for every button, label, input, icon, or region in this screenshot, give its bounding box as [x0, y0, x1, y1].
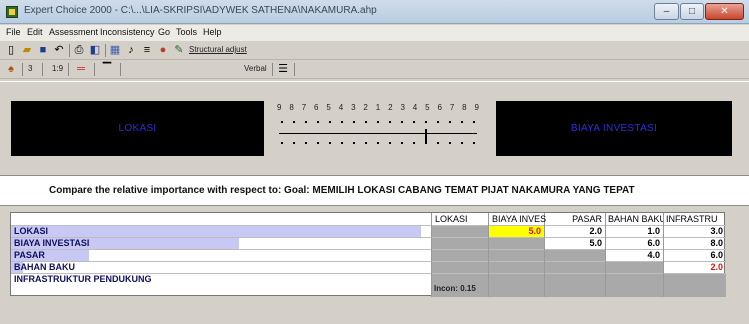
scale-dots-bottom	[281, 142, 475, 144]
open-icon[interactable]: ▰	[20, 44, 34, 57]
left-element-box: LOKASI	[11, 101, 264, 156]
assessment-toolbar: ♠ 3 1:9 ═ ▔ Verbal ☰	[0, 61, 749, 79]
row-label-pasar[interactable]: PASAR	[14, 249, 414, 261]
matrix-cell[interactable]: 3.0	[663, 225, 723, 237]
color-icon[interactable]: ●	[156, 44, 170, 57]
scale-tick: 8	[289, 103, 294, 112]
close-button[interactable]: ✕	[705, 3, 744, 20]
column-header-infrastruktur[interactable]: INFRASTRU	[666, 213, 725, 225]
matrix-gray-col2	[488, 237, 544, 297]
undo-icon[interactable]: ↶	[52, 44, 66, 57]
expert-choice-app-icon	[6, 6, 18, 18]
right-element-box: BIAYA INVESTASI	[496, 101, 732, 156]
minimize-button[interactable]: –	[654, 3, 679, 20]
column-header-pasar[interactable]: PASAR	[548, 213, 604, 225]
grid-line	[431, 213, 432, 297]
slider-thumb[interactable]	[425, 129, 427, 143]
verbal-mode-label[interactable]: Verbal	[244, 64, 267, 73]
verbal-icon[interactable]: ♪	[124, 44, 138, 57]
scale-tick: 3	[351, 103, 356, 112]
scale-tick: 3	[400, 103, 405, 112]
new-icon[interactable]: ▯	[4, 44, 18, 57]
comparison-prompt: Compare the relative importance with res…	[0, 175, 749, 206]
row-label-lokasi[interactable]: LOKASI	[14, 225, 414, 237]
pairwise-icon[interactable]: ▦	[108, 44, 122, 57]
pairwise-comparison-panel: LOKASI 9 8 7 6 5 4 3 2 1 2 3 4 5 6 7 8 9	[0, 81, 749, 174]
matrix-cell[interactable]: 4.0	[605, 249, 660, 261]
menu-help[interactable]: Help	[203, 27, 222, 37]
right-element-label: BIAYA INVESTASI	[570, 123, 658, 134]
menu-inconsistency[interactable]: Inconsistency	[100, 27, 155, 37]
scale-tick: 7	[449, 103, 455, 112]
line-color-icon[interactable]: ═	[74, 63, 88, 76]
scale-dots-top	[281, 121, 475, 123]
scale-tick: 1	[375, 103, 381, 112]
row-label-biaya-investasi[interactable]: BIAYA INVESTASI	[14, 237, 414, 249]
column-header-bahan-baku[interactable]: BAHAN BAKU	[608, 213, 663, 225]
menu-edit[interactable]: Edit	[27, 27, 43, 37]
matrix-cell[interactable]: 5.0	[488, 225, 541, 237]
app-window: Expert Choice 2000 - C:\...\LIA-SKRIPSI\…	[0, 0, 749, 324]
matrix-cell[interactable]: 5.0	[544, 237, 602, 249]
decimal-setting[interactable]: 3	[28, 64, 32, 73]
scale-tick: 9	[474, 103, 479, 112]
paint-icon[interactable]: ♠	[4, 63, 18, 76]
matrix-cell[interactable]: 6.0	[663, 249, 723, 261]
matrix-gray-col4	[605, 261, 663, 297]
main-toolbar: ▯ ▰ ■ ↶ ⎙ ◧ ▦ ♪ ≡ ● ✎ Structural adjust	[0, 42, 749, 60]
comparison-scale[interactable]: 9 8 7 6 5 4 3 2 1 2 3 4 5 6 7 8 9	[277, 103, 479, 153]
matrix-cell[interactable]: 2.0	[544, 225, 602, 237]
scale-numbers: 9 8 7 6 5 4 3 2 1 2 3 4 5 6 7 8 9	[277, 103, 479, 112]
wand-icon[interactable]: ✎	[172, 44, 186, 57]
graph-icon[interactable]: ≡	[140, 44, 154, 57]
column-header-lokasi[interactable]: LOKASI	[435, 213, 487, 225]
scale-tick: 7	[301, 103, 307, 112]
slider-track[interactable]	[279, 133, 477, 134]
scale-tick: 8	[462, 103, 467, 112]
matrix-cell[interactable]: 2.0	[663, 261, 723, 273]
maximize-button[interactable]: □	[680, 3, 704, 20]
scale-tick: 2	[388, 103, 393, 112]
menu-tools[interactable]: Tools	[176, 27, 197, 37]
chart-icon[interactable]: ▔	[100, 63, 114, 76]
prompt-text: Compare the relative importance with res…	[49, 185, 635, 196]
column-header-biaya-investasi[interactable]: BIAYA INVESTASI	[492, 213, 546, 225]
title-bar: Expert Choice 2000 - C:\...\LIA-SKRIPSI\…	[0, 0, 749, 24]
matrix-cell[interactable]: 8.0	[663, 237, 723, 249]
left-element-label: LOKASI	[118, 123, 157, 134]
scale-tick: 9	[277, 103, 282, 112]
menu-assessment[interactable]: Assessment	[49, 27, 98, 37]
matrix-cell[interactable]: 1.0	[605, 225, 660, 237]
menu-file[interactable]: File	[6, 27, 21, 37]
pairwise-matrix: LOKASI BIAYA INVESTASI PASAR BAHAN BAKU …	[10, 212, 726, 297]
save-icon[interactable]: ■	[36, 44, 50, 57]
list-icon[interactable]: ☰	[276, 63, 290, 76]
row-label-infrastruktur-pendukung[interactable]: INFRASTRUKTUR PENDUKUNG	[14, 273, 414, 285]
window-title: Expert Choice 2000 - C:\...\LIA-SKRIPSI\…	[24, 5, 377, 16]
inconsistency-ratio: Incon: 0.15	[434, 284, 476, 293]
scale-tick: 2	[363, 103, 368, 112]
print-icon[interactable]: ⎙	[72, 44, 86, 57]
structural-adjust-button[interactable]: Structural adjust	[189, 45, 247, 54]
scale-tick: 5	[425, 103, 430, 112]
scale-tick: 4	[338, 103, 344, 112]
scale-tick: 6	[314, 103, 319, 112]
scale-tick: 4	[412, 103, 418, 112]
matrix-gray-col5	[663, 273, 726, 297]
menu-bar: File Edit Assessment Inconsistency Go To…	[0, 25, 749, 41]
matrix-cell[interactable]: 6.0	[605, 237, 660, 249]
row-label-bahan-baku[interactable]: BAHAN BAKU	[14, 261, 414, 273]
preview-icon[interactable]: ◧	[88, 44, 102, 57]
scale-tick: 6	[437, 103, 442, 112]
menu-go[interactable]: Go	[158, 27, 170, 37]
scale-setting[interactable]: 1:9	[52, 64, 63, 73]
scale-tick: 5	[326, 103, 331, 112]
